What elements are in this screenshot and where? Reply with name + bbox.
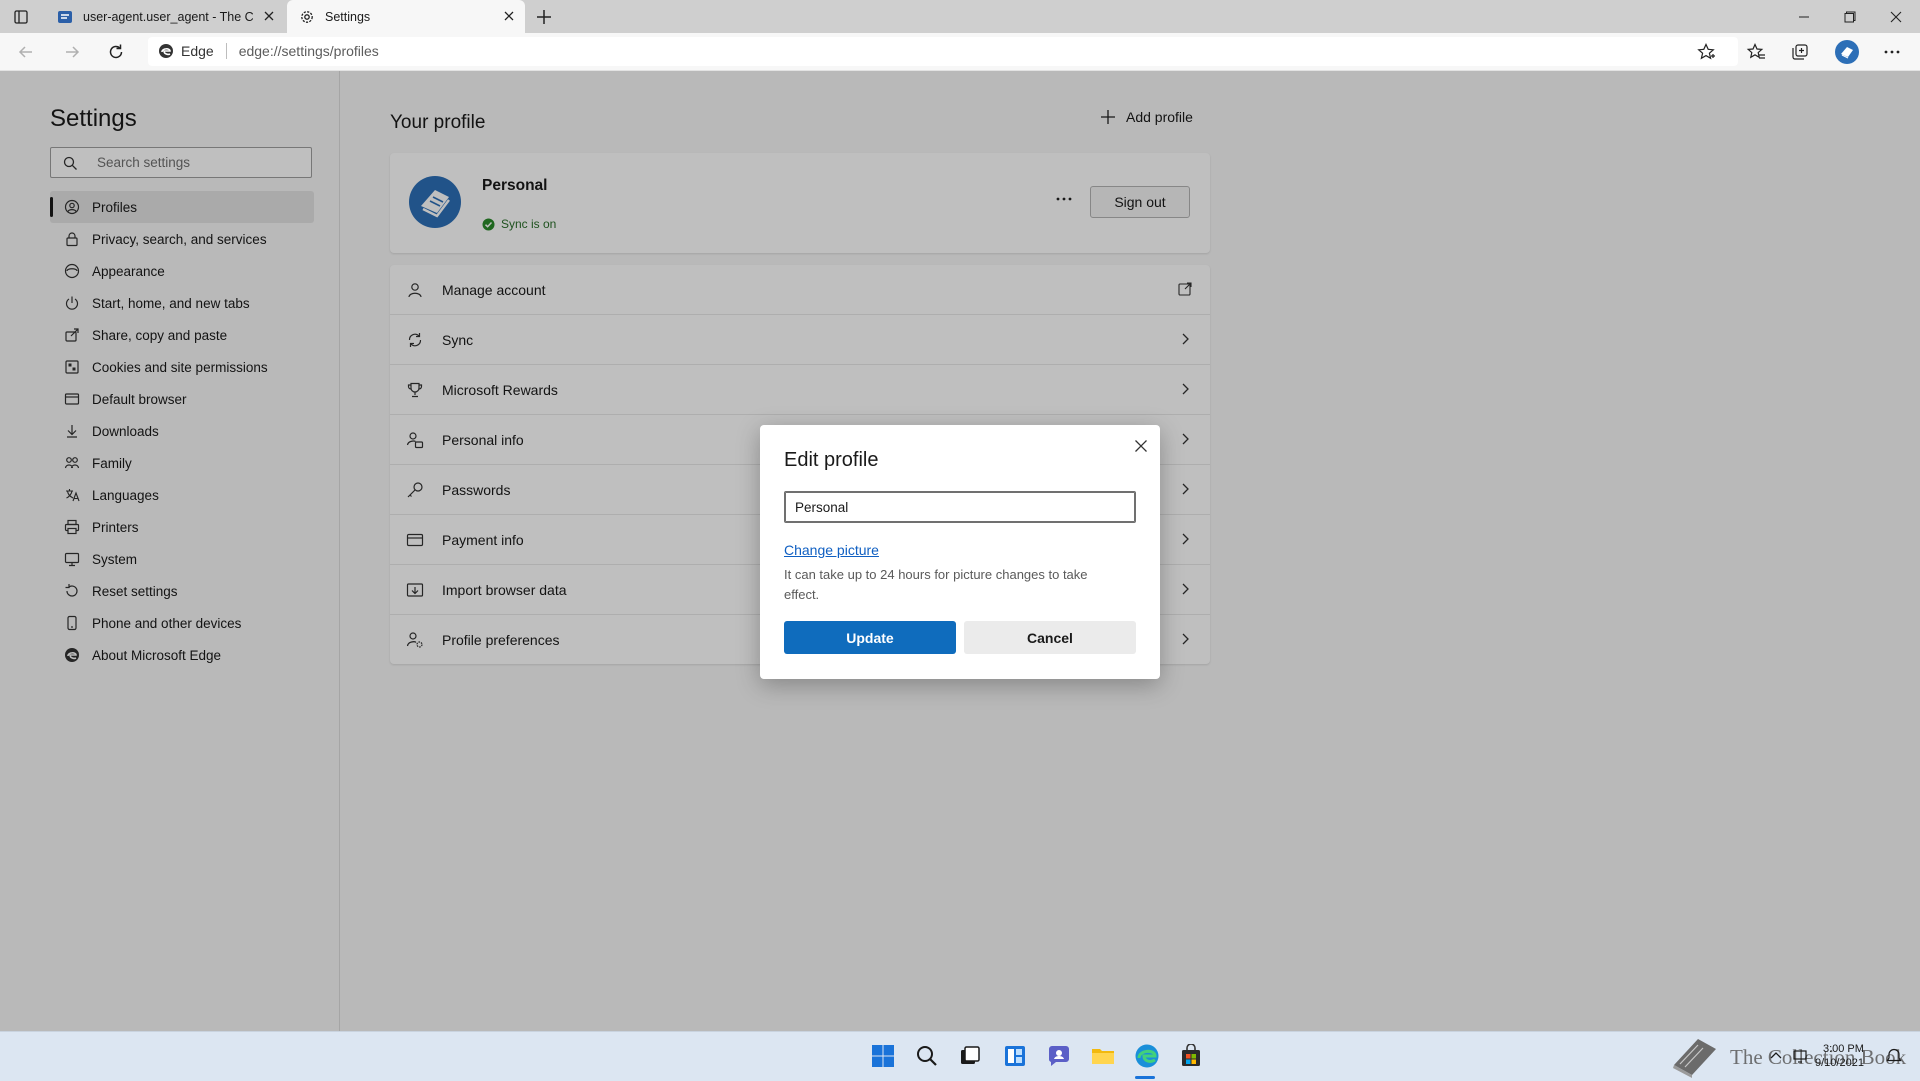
tab-strip: user-agent.user_agent - The Coll Setting… <box>0 0 1920 33</box>
clock-date: 9/10/2021 <box>1815 1057 1864 1069</box>
site-identity[interactable]: Edge edge://settings/profiles <box>158 43 379 59</box>
refresh-icon[interactable] <box>106 42 126 62</box>
taskbar: The Collection Book 3:00 PM 9/10/2021 <box>0 1031 1920 1081</box>
more-menu-icon[interactable] <box>1882 42 1902 62</box>
close-tab-icon[interactable] <box>261 8 277 24</box>
widgets-icon[interactable] <box>1001 1042 1029 1070</box>
site-identity-label: Edge <box>181 43 214 59</box>
close-icon[interactable] <box>1130 435 1152 457</box>
favorites-icon[interactable] <box>1746 42 1766 62</box>
page-favicon-icon <box>57 9 73 25</box>
tab-actions-icon[interactable] <box>12 8 30 26</box>
file-explorer-icon[interactable] <box>1089 1042 1117 1070</box>
dialog-title: Edit profile <box>784 449 879 471</box>
active-app-indicator <box>1135 1076 1155 1079</box>
url-text[interactable]: edge://settings/profiles <box>239 43 379 59</box>
close-tab-icon[interactable] <box>501 8 517 24</box>
profile-avatar-icon[interactable] <box>1834 39 1860 65</box>
tab-title: Settings <box>325 9 371 24</box>
profile-name-input[interactable] <box>784 491 1136 523</box>
picture-change-note: It can take up to 24 hours for picture c… <box>784 567 1088 602</box>
search-icon[interactable] <box>913 1042 941 1070</box>
edge-browser-icon[interactable] <box>1133 1042 1161 1070</box>
notifications-icon[interactable] <box>1886 1048 1902 1064</box>
change-picture-link[interactable]: Change picture <box>784 542 879 558</box>
edit-profile-dialog: Edit profile Change picture It can take … <box>760 425 1160 679</box>
chat-icon[interactable] <box>1045 1042 1073 1070</box>
tab-title: user-agent.user_agent - The Coll <box>83 9 253 24</box>
browser-toolbar: Edge edge://settings/profiles <box>0 33 1920 71</box>
add-favorite-star-icon[interactable] <box>1696 42 1716 62</box>
maximize-icon[interactable] <box>1827 0 1873 33</box>
book-logo-icon <box>1668 1035 1720 1079</box>
cancel-button[interactable]: Cancel <box>964 621 1136 654</box>
new-tab-plus-icon[interactable] <box>534 7 554 27</box>
forward-arrow-icon[interactable] <box>62 42 82 62</box>
back-arrow-icon[interactable] <box>16 42 36 62</box>
tab-settings[interactable]: Settings <box>287 0 525 33</box>
clock-time: 3:00 PM <box>1822 1043 1864 1055</box>
minimize-icon[interactable] <box>1781 0 1827 33</box>
network-icon[interactable] <box>1792 1048 1808 1064</box>
update-button[interactable]: Update <box>784 621 956 654</box>
close-window-icon[interactable] <box>1873 0 1919 33</box>
watermark: The Collection Book <box>1668 1035 1906 1079</box>
address-separator <box>225 43 227 59</box>
tab-user-agent[interactable]: user-agent.user_agent - The Coll <box>45 0 285 33</box>
address-bar[interactable]: Edge edge://settings/profiles <box>148 37 1738 66</box>
task-view-icon[interactable] <box>956 1042 984 1070</box>
clock[interactable]: 3:00 PM 9/10/2021 <box>1815 1042 1864 1070</box>
show-hidden-icons-chevron-icon[interactable] <box>1768 1048 1784 1064</box>
collections-icon[interactable] <box>1790 42 1810 62</box>
edge-logo-icon <box>158 43 174 59</box>
start-windows-icon[interactable] <box>869 1042 897 1070</box>
gear-icon <box>299 9 315 25</box>
store-icon[interactable] <box>1177 1042 1205 1070</box>
